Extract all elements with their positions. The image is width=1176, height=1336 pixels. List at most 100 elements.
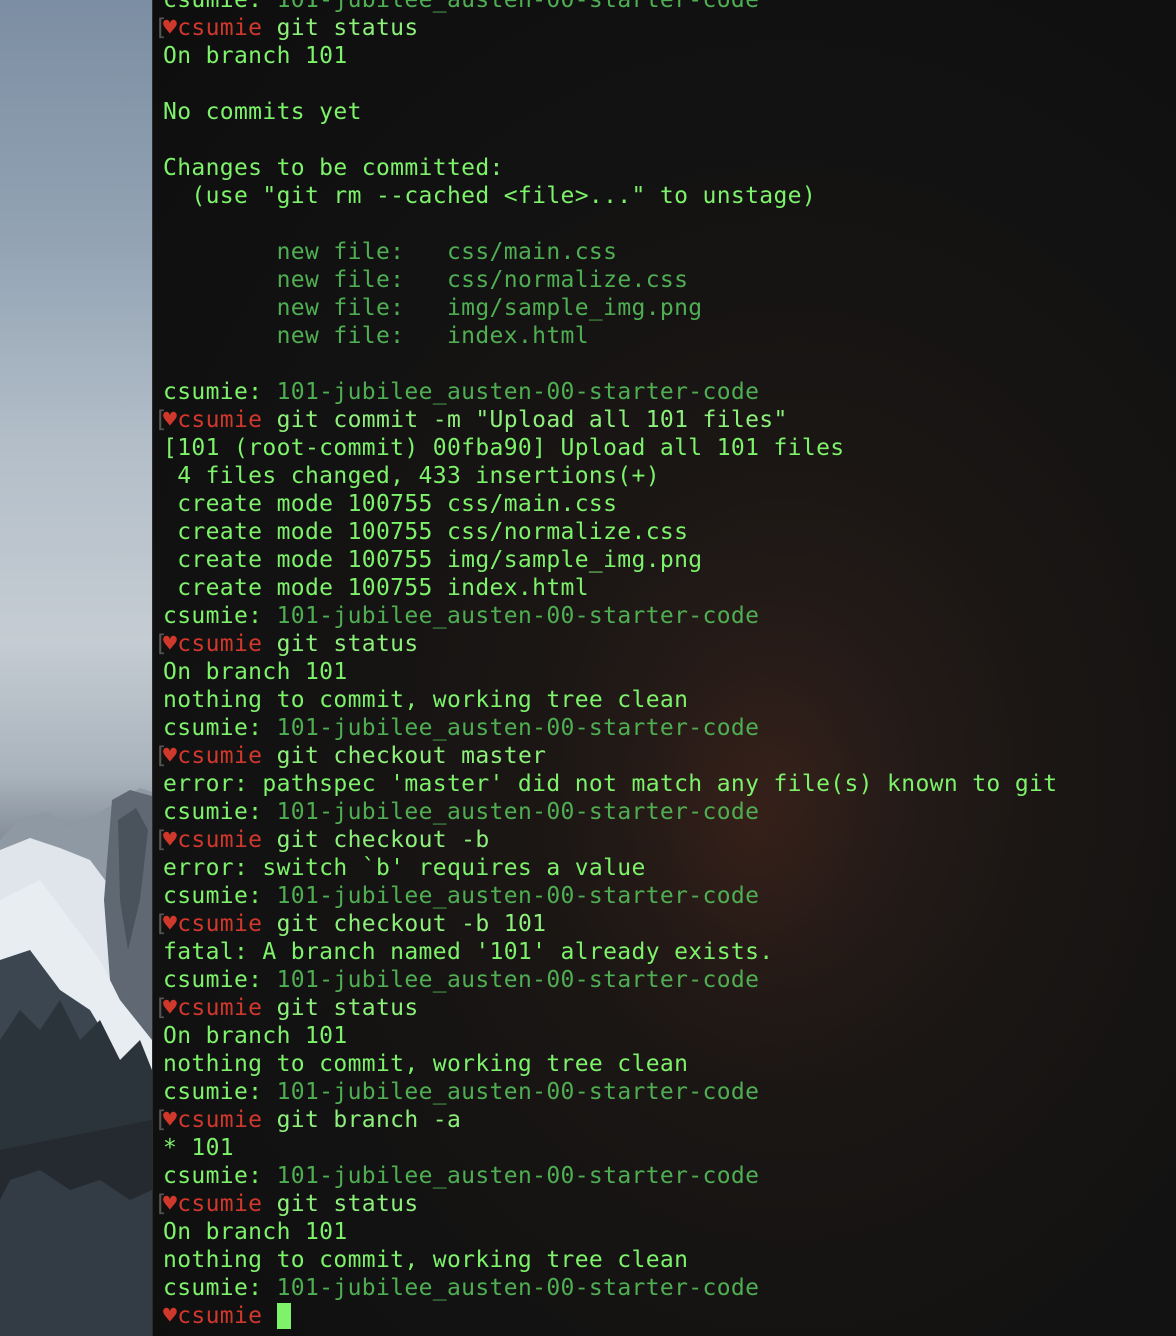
output-text: (use "git rm --cached <file>..." to unst…: [163, 183, 817, 209]
terminal-line: new file: css/normalize.css: [163, 266, 1057, 294]
text-cursor[interactable]: [276, 1303, 291, 1329]
terminal-line: [♥csumie git checkout -b 101: [154, 910, 1057, 938]
line-bracket: [: [154, 1191, 169, 1217]
terminal-line: No commits yet: [163, 98, 1057, 126]
shell-prompt: ♥csumie: [163, 743, 263, 769]
command-text: git checkout -b: [276, 827, 490, 853]
terminal-line: create mode 100755 css/normalize.css: [163, 518, 1057, 546]
output-text: error: pathspec 'master' did not match a…: [163, 771, 1058, 797]
terminal-window[interactable]: csumie: 101-jubilee_austen-00-starter-co…: [152, 0, 1176, 1336]
output-text: On branch 101: [163, 659, 348, 685]
working-directory: 101-jubilee_austen-00-starter-code: [276, 1079, 760, 1105]
terminal-line: csumie: 101-jubilee_austen-00-starter-co…: [163, 798, 1057, 826]
line-bracket: [: [154, 995, 169, 1021]
line-bracket: [: [154, 631, 169, 657]
terminal-line: nothing to commit, working tree clean: [163, 686, 1057, 714]
terminal-line: * 101: [163, 1134, 1057, 1162]
command-text: git checkout -b 101: [276, 911, 547, 937]
terminal-line: create mode 100755 index.html: [163, 574, 1057, 602]
command-text: git status: [276, 15, 419, 41]
output-text: nothing to commit, working tree clean: [163, 1247, 689, 1273]
terminal-line: error: pathspec 'master' did not match a…: [163, 770, 1057, 798]
prompt-user: csumie:: [163, 603, 263, 629]
terminal-line: [♥csumie git checkout -b: [154, 826, 1057, 854]
terminal-line: error: switch `b' requires a value: [163, 854, 1057, 882]
prompt-user: csumie:: [163, 799, 263, 825]
line-bracket: [: [154, 1107, 169, 1133]
prompt-user: csumie:: [163, 1275, 263, 1301]
terminal-line: (use "git rm --cached <file>..." to unst…: [163, 182, 1057, 210]
command-text: git status: [276, 1191, 419, 1217]
staged-file: css/main.css: [446, 239, 618, 265]
terminal-line: Changes to be committed:: [163, 154, 1057, 182]
output-text: create mode 100755 css/main.css: [163, 491, 618, 517]
output-text: create mode 100755 css/normalize.css: [163, 519, 689, 545]
output-text: nothing to commit, working tree clean: [163, 1051, 689, 1077]
shell-prompt: ♥csumie: [163, 1107, 263, 1133]
working-directory: 101-jubilee_austen-00-starter-code: [276, 379, 760, 405]
terminal-line: csumie: 101-jubilee_austen-00-starter-co…: [163, 1274, 1057, 1302]
working-directory: 101-jubilee_austen-00-starter-code: [276, 967, 760, 993]
prompt-user: csumie:: [163, 0, 263, 13]
staged-label: new file:: [276, 267, 405, 293]
staged-label: new file:: [276, 239, 405, 265]
output-text: fatal: A branch named '101' already exis…: [163, 939, 774, 965]
terminal-line: nothing to commit, working tree clean: [163, 1050, 1057, 1078]
prompt-user: csumie:: [163, 1163, 263, 1189]
working-directory: 101-jubilee_austen-00-starter-code: [276, 715, 760, 741]
command-text: git status: [276, 995, 419, 1021]
working-directory: 101-jubilee_austen-00-starter-code: [276, 603, 760, 629]
line-bracket: [: [154, 15, 169, 41]
line-bracket: [: [154, 911, 169, 937]
terminal-line: csumie: 101-jubilee_austen-00-starter-co…: [163, 882, 1057, 910]
line-bracket: [: [154, 827, 169, 853]
output-text: create mode 100755 img/sample_img.png: [163, 547, 703, 573]
terminal-line: create mode 100755 img/sample_img.png: [163, 546, 1057, 574]
terminal-line: 4 files changed, 433 insertions(+): [163, 462, 1057, 490]
line-bracket: [: [154, 407, 169, 433]
terminal-line: csumie: 101-jubilee_austen-00-starter-co…: [163, 714, 1057, 742]
shell-prompt: ♥csumie: [163, 827, 263, 853]
staged-file: index.html: [446, 323, 589, 349]
terminal-line: [♥csumie git status: [154, 1190, 1057, 1218]
terminal-line: On branch 101: [163, 1022, 1057, 1050]
command-text: git commit -m "Upload all 101 files": [276, 407, 788, 433]
staged-label: new file:: [276, 323, 405, 349]
terminal-line: On branch 101: [163, 658, 1057, 686]
terminal-line: [♥csumie git branch -a: [154, 1106, 1057, 1134]
mountain-landscape-image: [0, 788, 152, 1336]
terminal-line: [♥csumie git status: [154, 14, 1057, 42]
terminal-output: csumie: 101-jubilee_austen-00-starter-co…: [154, 0, 1057, 1330]
terminal-line: csumie: 101-jubilee_austen-00-starter-co…: [163, 602, 1057, 630]
terminal-line: csumie: 101-jubilee_austen-00-starter-co…: [163, 966, 1057, 994]
staged-file: img/sample_img.png: [446, 295, 703, 321]
working-directory: 101-jubilee_austen-00-starter-code: [276, 883, 760, 909]
line-bracket: [: [154, 743, 169, 769]
working-directory: 101-jubilee_austen-00-starter-code: [276, 1163, 760, 1189]
working-directory: 101-jubilee_austen-00-starter-code: [276, 799, 760, 825]
prompt-user: csumie:: [163, 379, 263, 405]
output-text: On branch 101: [163, 1023, 348, 1049]
terminal-line: csumie: 101-jubilee_austen-00-starter-co…: [163, 0, 1057, 14]
shell-prompt: ♥csumie: [163, 407, 263, 433]
terminal-line: csumie: 101-jubilee_austen-00-starter-co…: [163, 1078, 1057, 1106]
working-directory: 101-jubilee_austen-00-starter-code: [276, 0, 760, 13]
terminal-line: fatal: A branch named '101' already exis…: [163, 938, 1057, 966]
command-text: git checkout master: [276, 743, 547, 769]
output-text: [101 (root-commit) 00fba90] Upload all 1…: [163, 435, 845, 461]
terminal-line: [♥csumie git checkout master: [154, 742, 1057, 770]
terminal-line: new file: img/sample_img.png: [163, 294, 1057, 322]
output-text: error: switch `b' requires a value: [163, 855, 646, 881]
terminal-line: csumie: 101-jubilee_austen-00-starter-co…: [163, 1162, 1057, 1190]
output-text: On branch 101: [163, 43, 348, 69]
terminal-line: [♥csumie git status: [154, 994, 1057, 1022]
terminal-line: new file: index.html: [163, 322, 1057, 350]
terminal-line: csumie: 101-jubilee_austen-00-starter-co…: [163, 378, 1057, 406]
output-text: * 101: [163, 1135, 234, 1161]
terminal-line: On branch 101: [163, 1218, 1057, 1246]
output-text: 4 files changed, 433 insertions(+): [163, 463, 660, 489]
shell-prompt: ♥csumie: [163, 995, 263, 1021]
